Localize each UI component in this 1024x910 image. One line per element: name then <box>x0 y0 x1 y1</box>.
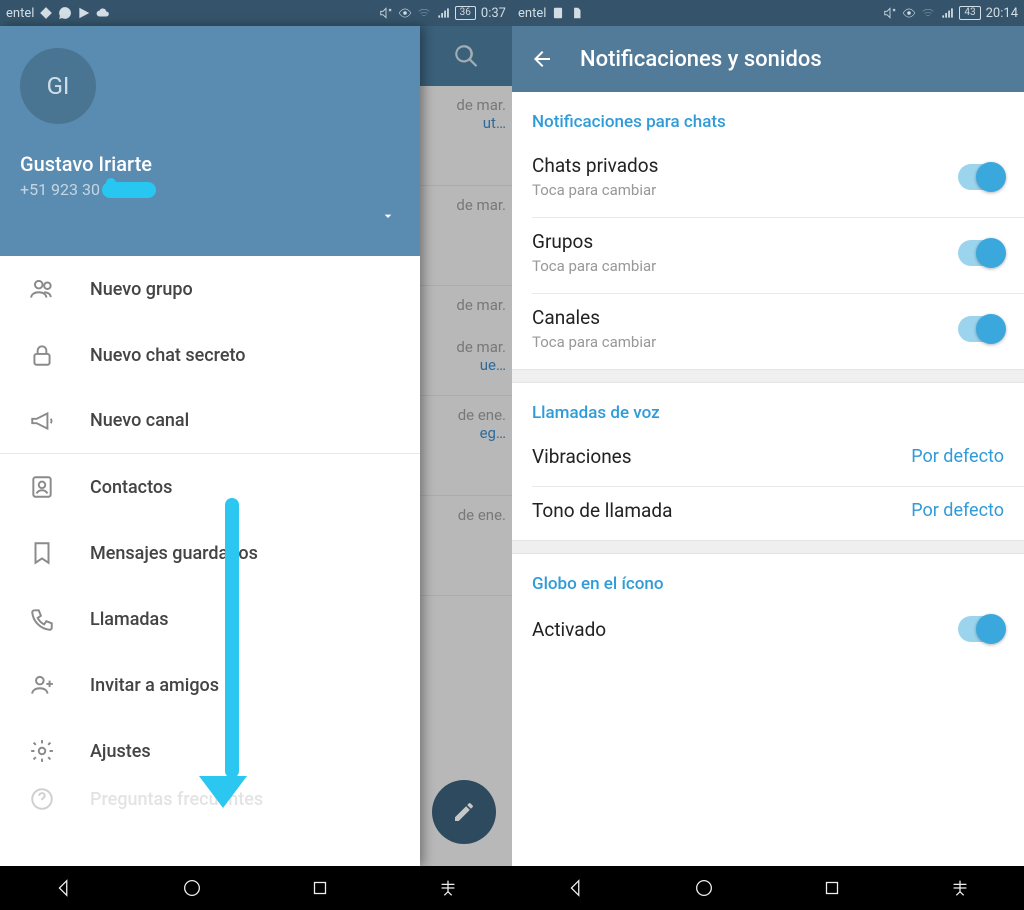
user-name: Gustavo Iriarte <box>20 152 400 176</box>
docs-icon <box>570 6 584 20</box>
menu-label: Ajustes <box>90 741 151 762</box>
whatsapp-icon <box>58 6 72 20</box>
recents-icon[interactable] <box>821 877 843 899</box>
row-private-chats[interactable]: Chats privadosToca para cambiar <box>512 142 1024 217</box>
row-vibrations[interactable]: Vibraciones Por defecto <box>512 433 1024 486</box>
menu-calls[interactable]: Llamadas <box>0 586 420 652</box>
carrier-label: entel <box>518 6 546 21</box>
home-icon[interactable] <box>693 877 715 899</box>
wifi-icon <box>417 6 431 20</box>
settings-body: Notificaciones para chats Chats privados… <box>512 92 1024 866</box>
value-vibrations: Por defecto <box>911 446 1004 467</box>
row-badge-enabled[interactable]: Activado <box>512 604 1024 660</box>
signal-icon <box>436 6 450 20</box>
switch-badge[interactable] <box>958 616 1004 642</box>
settings-header: Notificaciones y sonidos <box>512 26 1024 92</box>
menu-label: Contactos <box>90 477 172 498</box>
navigation-drawer: GI Gustavo Iriarte +51 923 30 Nuevo grup… <box>0 26 420 866</box>
switch-channels[interactable] <box>958 316 1004 342</box>
clock-label: 20:14 <box>986 6 1018 21</box>
lock-icon <box>28 341 56 369</box>
mute-icon <box>883 6 897 20</box>
android-navbar <box>512 866 1024 910</box>
phone-right: entel 43 20:14 Notificaciones y sonidos … <box>512 0 1024 910</box>
menu-label: Mensajes guardados <box>90 543 258 564</box>
megaphone-icon <box>28 407 56 435</box>
drawer-menu: Nuevo grupo Nuevo chat secreto Nuevo can… <box>0 256 420 814</box>
wifi-icon <box>921 6 935 20</box>
menu-faq[interactable]: Preguntas frecuentes <box>0 784 420 814</box>
menu-new-channel[interactable]: Nuevo canal <box>0 388 420 454</box>
eye-icon <box>902 6 916 20</box>
menu-label: Preguntas frecuentes <box>90 789 263 810</box>
row-groups[interactable]: GruposToca para cambiar <box>512 218 1024 293</box>
drawer-icon[interactable] <box>949 877 971 899</box>
switch-private[interactable] <box>958 164 1004 190</box>
redaction-mark <box>102 182 156 198</box>
row-channels[interactable]: CanalesToca para cambiar <box>512 294 1024 369</box>
recents-icon[interactable] <box>309 877 331 899</box>
menu-label: Invitar a amigos <box>90 675 219 696</box>
menu-invite[interactable]: Invitar a amigos <box>0 652 420 718</box>
avatar[interactable]: GI <box>20 48 96 124</box>
battery-level: 43 <box>959 6 980 20</box>
battery-level: 36 <box>455 6 476 20</box>
value-ringtone: Por defecto <box>911 500 1004 521</box>
phone-icon <box>28 605 56 633</box>
cloud-icon <box>96 6 110 20</box>
menu-saved[interactable]: Mensajes guardados <box>0 520 420 586</box>
diamond-icon <box>39 6 53 20</box>
menu-secret-chat[interactable]: Nuevo chat secreto <box>0 322 420 388</box>
contact-icon <box>28 473 56 501</box>
phone-left: entel 36 0:37 de mar.ut… de mar. de mar.… <box>0 0 512 910</box>
drawer-icon[interactable] <box>437 877 459 899</box>
user-phone: +51 923 30 <box>20 180 400 199</box>
account-dropdown[interactable] <box>380 208 396 228</box>
android-navbar <box>0 866 512 910</box>
page-title: Notificaciones y sonidos <box>580 47 822 72</box>
mute-icon <box>379 6 393 20</box>
menu-contacts[interactable]: Contactos <box>0 454 420 520</box>
drawer-header: GI Gustavo Iriarte +51 923 30 <box>0 26 420 256</box>
sim-icon <box>551 6 565 20</box>
switch-groups[interactable] <box>958 240 1004 266</box>
section-badge: Globo en el ícono <box>512 554 1024 604</box>
carrier-label: entel <box>6 6 34 21</box>
menu-new-group[interactable]: Nuevo grupo <box>0 256 420 322</box>
people-icon <box>28 275 56 303</box>
help-icon <box>28 785 56 813</box>
menu-label: Llamadas <box>90 609 169 630</box>
gear-icon <box>28 737 56 765</box>
menu-label: Nuevo grupo <box>90 279 193 300</box>
row-ringtone[interactable]: Tono de llamada Por defecto <box>512 487 1024 540</box>
back-icon[interactable] <box>565 877 587 899</box>
signal-icon <box>940 6 954 20</box>
status-bar: entel 43 20:14 <box>512 0 1024 26</box>
status-bar: entel 36 0:37 <box>0 0 512 26</box>
back-icon[interactable] <box>53 877 75 899</box>
eye-icon <box>398 6 412 20</box>
home-icon[interactable] <box>181 877 203 899</box>
back-arrow-icon[interactable] <box>530 47 554 71</box>
chevron-down-icon <box>380 208 396 224</box>
section-calls: Llamadas de voz <box>512 383 1024 433</box>
bookmark-icon <box>28 539 56 567</box>
clock-label: 0:37 <box>481 6 506 21</box>
person-add-icon <box>28 671 56 699</box>
menu-settings[interactable]: Ajustes <box>0 718 420 784</box>
play-icon <box>77 6 91 20</box>
menu-label: Nuevo canal <box>90 410 189 431</box>
section-chats: Notificaciones para chats <box>512 92 1024 142</box>
menu-label: Nuevo chat secreto <box>90 345 246 366</box>
